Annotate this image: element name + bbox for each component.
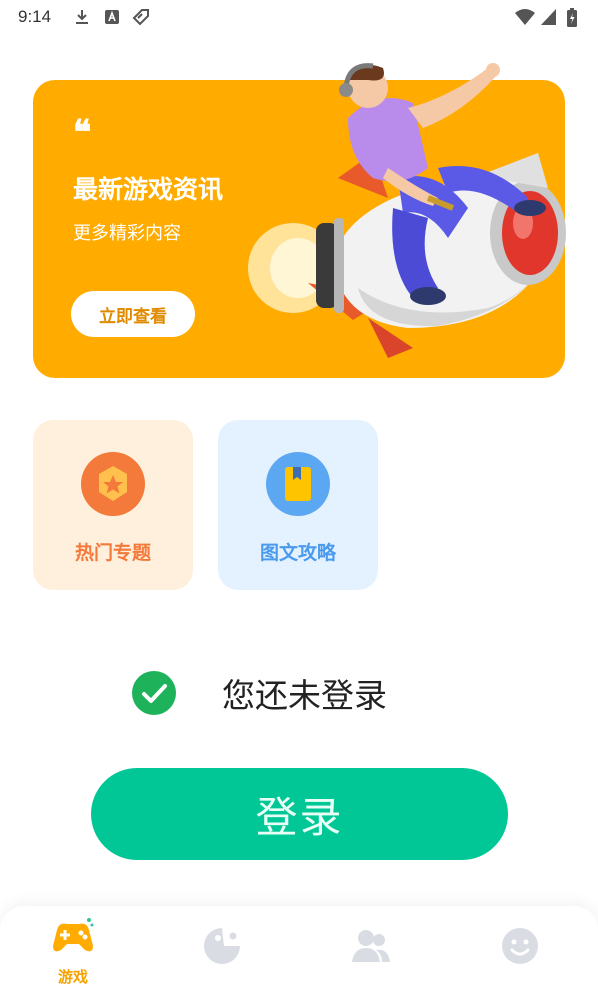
banner-title: 最新游戏资讯 bbox=[73, 175, 224, 204]
font-icon bbox=[105, 10, 119, 24]
pacman-icon bbox=[204, 928, 240, 964]
signal-icon bbox=[541, 9, 556, 25]
nav-item-community[interactable] bbox=[330, 906, 410, 998]
star-badge-icon bbox=[81, 452, 145, 516]
view-now-button[interactable]: 立即查看 bbox=[71, 291, 195, 337]
nav-item-games[interactable]: 游戏 bbox=[33, 906, 113, 998]
wifi-icon bbox=[515, 9, 535, 25]
rocket-rider-illustration bbox=[248, 63, 566, 358]
nav-item-profile[interactable] bbox=[480, 906, 560, 998]
status-time: 9:14 bbox=[18, 7, 52, 26]
battery-icon bbox=[567, 8, 577, 27]
guides-label: 图文攻略 bbox=[259, 542, 336, 564]
check-circle-icon bbox=[132, 671, 176, 715]
login-status-text: 您还未登录 bbox=[222, 676, 387, 715]
users-icon bbox=[352, 930, 390, 962]
hot-topics-card[interactable]: 热门专题 bbox=[33, 420, 193, 590]
bottom-nav: 游戏 bbox=[0, 906, 598, 998]
login-status: 您还未登录 bbox=[132, 670, 387, 716]
gamepad-icon bbox=[53, 918, 94, 952]
smiley-icon bbox=[502, 928, 538, 964]
banner-subtitle: 更多精彩内容 bbox=[73, 223, 181, 244]
status-bar: 9:14 bbox=[0, 0, 598, 34]
tag-icon bbox=[132, 9, 149, 26]
quote-mark-icon: ❝ bbox=[73, 113, 92, 153]
nav-item-play[interactable] bbox=[182, 906, 262, 998]
news-banner[interactable]: ❝ 最新游戏资讯 更多精彩内容 立即查看 bbox=[33, 63, 566, 378]
book-icon bbox=[266, 452, 330, 516]
nav-label-games: 游戏 bbox=[57, 968, 88, 986]
download-icon bbox=[76, 10, 88, 24]
hot-topics-label: 热门专题 bbox=[74, 542, 151, 564]
login-button[interactable]: 登录 bbox=[91, 768, 508, 860]
guides-card[interactable]: 图文攻略 bbox=[218, 420, 378, 590]
